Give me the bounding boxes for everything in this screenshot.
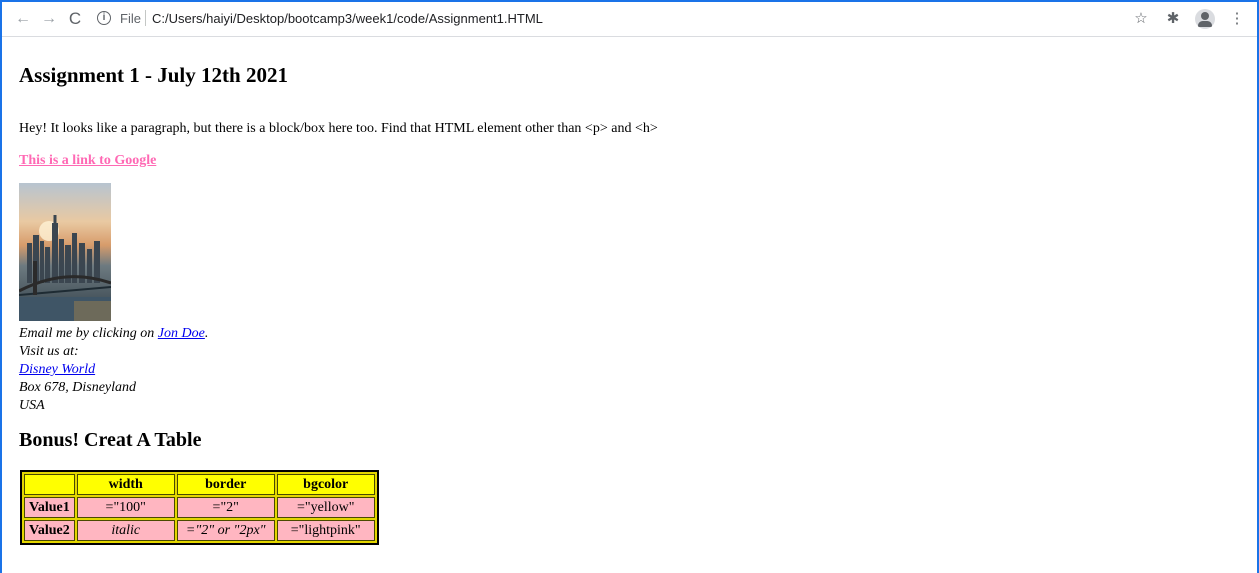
box-line: Box 678, Disneyland xyxy=(19,380,137,395)
browser-toolbar: ← → C i File C:/Users/haiyi/Desktop/boot… xyxy=(2,2,1257,37)
forward-arrow-icon[interactable]: → xyxy=(40,10,58,28)
table-cell: ="100" xyxy=(76,497,175,518)
menu-icon[interactable]: ⋮ xyxy=(1227,9,1247,29)
intro-paragraph: Hey! It looks like a paragraph, but ther… xyxy=(19,121,658,136)
email-prefix: Email me by clicking on xyxy=(19,326,158,341)
disney-world-link[interactable]: Disney World xyxy=(19,362,95,377)
url-divider xyxy=(145,10,146,26)
email-link[interactable]: Jon Doe xyxy=(158,326,205,341)
reload-icon[interactable]: C xyxy=(66,10,84,28)
back-arrow-icon[interactable]: ← xyxy=(14,10,32,28)
table-header-row: width border bgcolor xyxy=(24,474,375,495)
table-cell: ="yellow" xyxy=(276,497,375,518)
table-cell: italic xyxy=(76,520,175,541)
table-header-cell xyxy=(24,474,75,495)
table-row: Value2 italic ="2" or "2px" ="lightpink" xyxy=(24,520,375,541)
email-suffix: . xyxy=(204,326,209,341)
file-label: File xyxy=(120,11,141,26)
table-header-cell: border xyxy=(176,474,275,495)
table-header-cell: bgcolor xyxy=(276,474,375,495)
contact-address: Email me by clicking on Jon Doe. Visit u… xyxy=(19,325,208,415)
city-bridge-image xyxy=(19,183,111,321)
address-bar[interactable]: C:/Users/haiyi/Desktop/bootcamp3/week1/c… xyxy=(152,11,543,26)
country-line: USA xyxy=(19,398,45,413)
info-icon[interactable]: i xyxy=(97,11,111,25)
table-cell: ="2" xyxy=(176,497,275,518)
table-header-cell: width xyxy=(76,474,175,495)
table-row: Value1 ="100" ="2" ="yellow" xyxy=(24,497,375,518)
toolbar-actions: ☆ ✱ ⋮ xyxy=(1131,9,1247,29)
extensions-icon[interactable]: ✱ xyxy=(1163,9,1183,29)
email-line: Email me by clicking on Jon Doe. xyxy=(19,325,208,343)
table-row-header: Value2 xyxy=(24,520,75,541)
profile-avatar-icon[interactable] xyxy=(1195,9,1215,29)
table-row-header: Value1 xyxy=(24,497,75,518)
table-cell: ="lightpink" xyxy=(276,520,375,541)
star-icon[interactable]: ☆ xyxy=(1131,9,1151,29)
visit-line: Visit us at: xyxy=(19,344,79,359)
bonus-table: width border bgcolor Value1 ="100" ="2" … xyxy=(20,470,379,545)
table-cell: ="2" or "2px" xyxy=(176,520,275,541)
page-title: Assignment 1 - July 12th 2021 xyxy=(19,63,288,87)
google-link[interactable]: This is a link to Google xyxy=(19,153,156,169)
table-title: Bonus! Creat A Table xyxy=(19,429,202,451)
